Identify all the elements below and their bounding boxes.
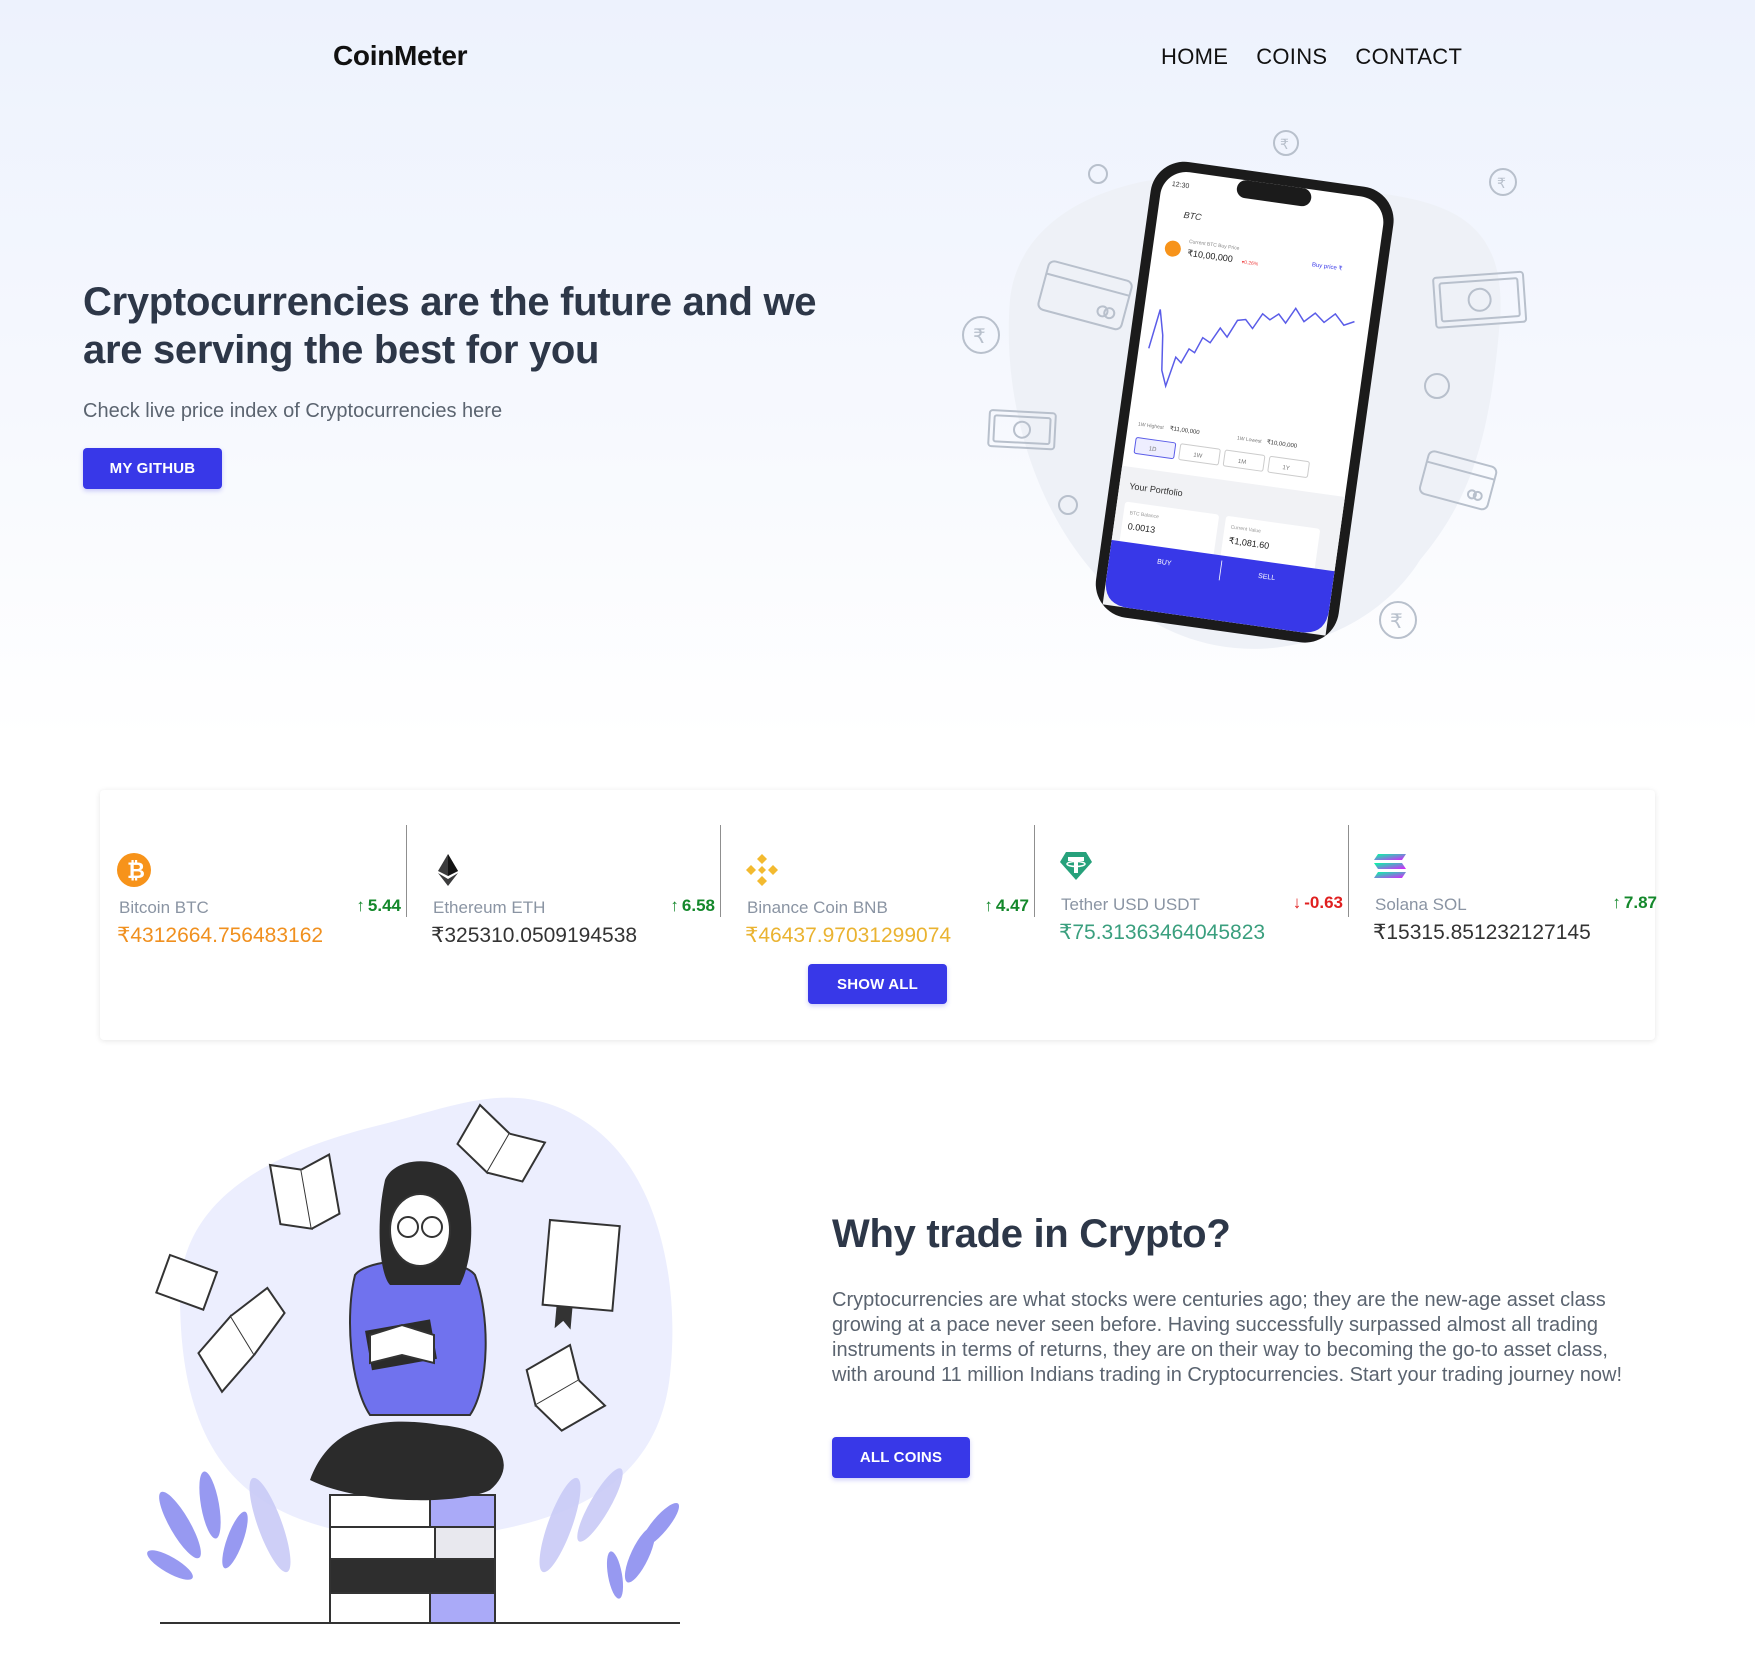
tether-icon <box>1060 852 1092 880</box>
svg-text:₹: ₹ <box>1390 609 1403 633</box>
arrow-down-icon: ↓ <box>1292 893 1302 912</box>
divider <box>720 825 721 917</box>
svg-text:₹: ₹ <box>1280 137 1289 153</box>
hero-title: Cryptocurrencies are the future and we a… <box>83 280 817 372</box>
coin-item-bitcoin[interactable]: ₿ Bitcoin BTC ↑ 5.44 ₹4312664.756483162 <box>100 820 413 947</box>
coin-price: ₹46437.97031299074 <box>745 924 952 947</box>
coins-card: ₿ Bitcoin BTC ↑ 5.44 ₹4312664.756483162 … <box>100 790 1657 1040</box>
coin-price: ₹4312664.756483162 <box>117 924 324 947</box>
all-coins-button[interactable]: ALL COINS <box>832 1437 970 1478</box>
arrow-up-icon: ↑ <box>1612 893 1621 912</box>
ethereum-icon <box>438 854 458 886</box>
coin-item-binance[interactable]: Binance Coin BNB ↑ 4.47 ₹46437.970312990… <box>728 820 1041 947</box>
coin-price: ₹15315.851232127145 <box>1373 921 1591 944</box>
nav-link-coins[interactable]: COINS <box>1256 44 1327 70</box>
bitcoin-icon: ₿ <box>117 853 151 887</box>
coin-change: ↑ 6.58 <box>670 896 715 915</box>
github-button[interactable]: MY GITHUB <box>83 448 222 489</box>
coin-name: Binance Coin BNB <box>747 898 888 917</box>
coin-name: Solana SOL <box>1375 895 1467 914</box>
svg-text:1Y: 1Y <box>1282 465 1290 472</box>
nav-link-home[interactable]: HOME <box>1161 44 1228 70</box>
reading-girl-illustration <box>147 1097 680 1624</box>
why-description: Cryptocurrencies are what stocks were ce… <box>832 1289 1623 1386</box>
svg-text:₹: ₹ <box>973 324 986 348</box>
coin-change: ↑ 7.87 <box>1612 893 1657 912</box>
divider <box>1348 825 1349 917</box>
coin-name: Tether USD USDT <box>1061 895 1200 914</box>
show-all-button[interactable]: SHOW ALL <box>808 964 947 1004</box>
coin-item-ethereum[interactable]: Ethereum ETH ↑ 6.58 ₹325310.0509194538 <box>414 820 727 947</box>
svg-text:1M: 1M <box>1237 459 1246 466</box>
brand-logo[interactable]: CoinMeter <box>333 40 468 72</box>
coin-name: Ethereum ETH <box>433 898 546 917</box>
coin-change: ↑ 4.47 <box>984 896 1029 915</box>
arrow-up-icon: ↑ <box>984 896 993 915</box>
divider <box>406 825 407 917</box>
coin-change: ↑ 5.44 <box>356 896 401 915</box>
solana-icon <box>1374 854 1406 878</box>
svg-text:₹: ₹ <box>1497 176 1506 192</box>
arrow-up-icon: ↑ <box>670 896 679 915</box>
nav-link-contact[interactable]: CONTACT <box>1355 44 1462 70</box>
arrow-up-icon: ↑ <box>356 896 365 915</box>
coin-price: ₹325310.0509194538 <box>431 924 638 947</box>
top-navbar: CoinMeter HOME COINS CONTACT <box>0 0 1755 120</box>
svg-text:₿: ₿ <box>127 859 145 884</box>
hero-subtitle: Check live price index of Cryptocurrenci… <box>83 400 503 422</box>
divider <box>1034 825 1035 917</box>
binance-icon <box>746 854 778 886</box>
phone-trading-illustration: ₹ ₹ ₹ ₹ 12:30 BTC Current BTC Buy Price … <box>962 130 1528 649</box>
svg-text:1D: 1D <box>1148 446 1157 453</box>
coin-price: ₹75.31363464045823 <box>1059 921 1266 944</box>
why-title: Why trade in Crypto? <box>832 1212 1231 1256</box>
coin-item-solana[interactable]: Solana SOL ↑ 7.87 ₹15315.851232127145 <box>1356 820 1678 944</box>
coin-name: Bitcoin BTC <box>119 898 209 917</box>
nav-menu: HOME COINS CONTACT <box>1161 44 1462 70</box>
coin-item-tether[interactable]: Tether USD USDT ↓ -0.63 ₹75.313634640458… <box>1042 820 1355 944</box>
coin-change: ↓ -0.63 <box>1292 893 1343 912</box>
